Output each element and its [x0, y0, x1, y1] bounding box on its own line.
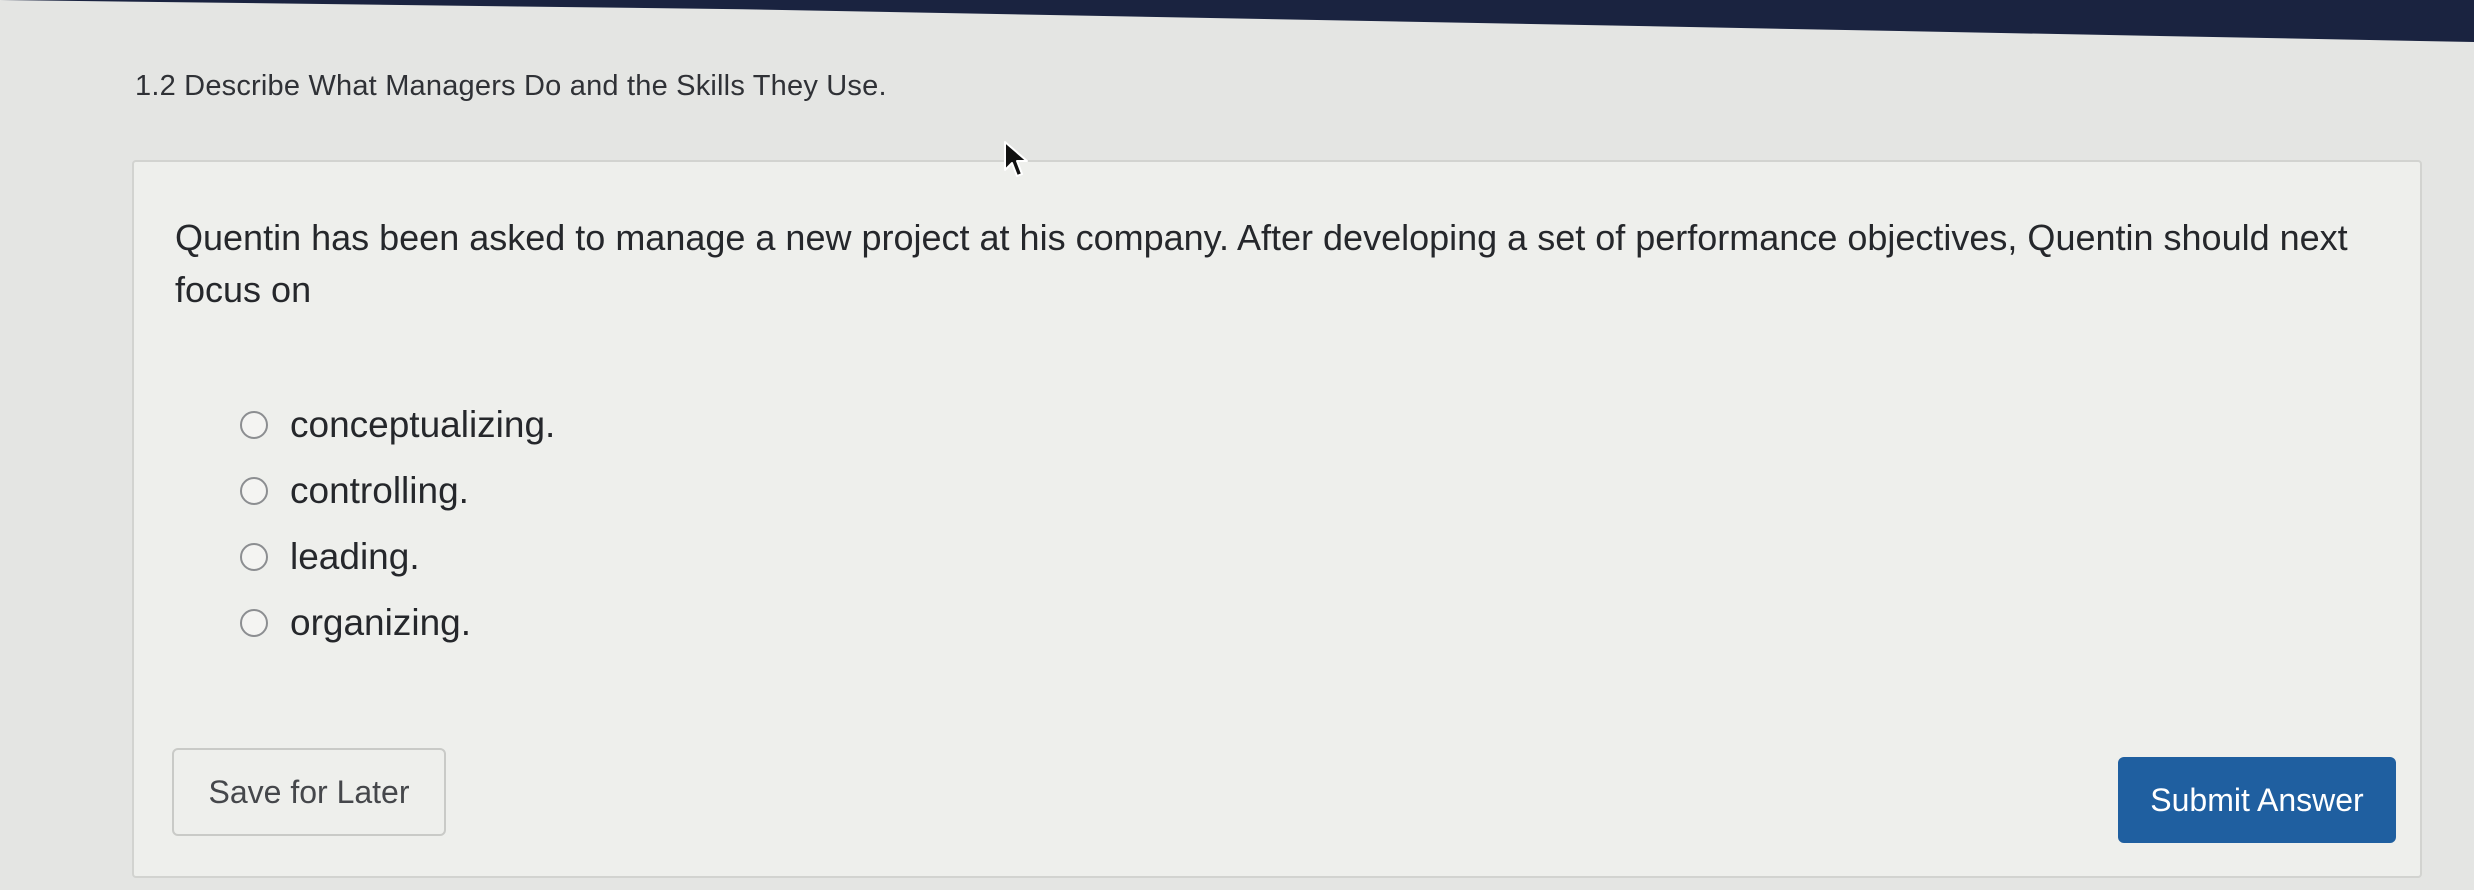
option-label: controlling. [290, 470, 469, 511]
answer-options: conceptualizing. controlling. leading. o… [240, 392, 555, 656]
save-for-later-button[interactable]: Save for Later [172, 748, 446, 836]
radio-button[interactable] [240, 543, 268, 571]
option-label: organizing. [290, 602, 472, 643]
top-bar [0, 0, 2474, 42]
radio-button[interactable] [240, 411, 268, 439]
section-title: 1.2 Describe What Managers Do and the Sk… [135, 70, 887, 102]
option-label: leading. [290, 536, 420, 577]
answer-option-conceptualizing[interactable]: conceptualizing. [240, 392, 555, 458]
answer-option-organizing[interactable]: organizing. [240, 590, 555, 656]
mouse-pointer-icon [1004, 141, 1028, 177]
answer-option-leading[interactable]: leading. [240, 524, 555, 590]
question-text: Quentin has been asked to manage a new p… [175, 217, 2348, 310]
submit-answer-button[interactable]: Submit Answer [2118, 757, 2396, 843]
radio-button[interactable] [240, 477, 268, 505]
option-label: conceptualizing. [290, 404, 556, 445]
radio-button[interactable] [240, 609, 268, 637]
answer-option-controlling[interactable]: controlling. [240, 458, 555, 524]
